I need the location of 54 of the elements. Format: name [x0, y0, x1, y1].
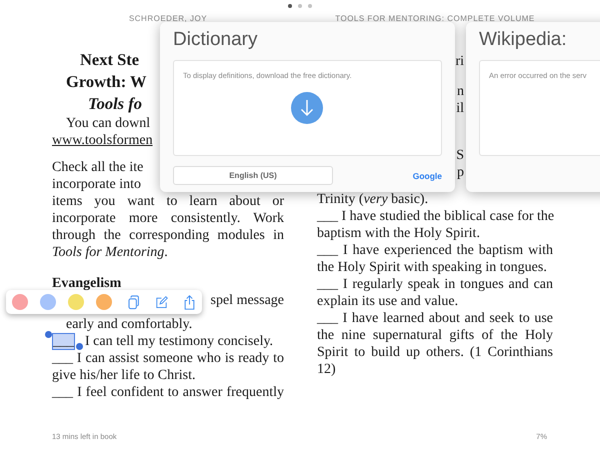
copy-icon[interactable]	[127, 294, 140, 310]
body-text-line: ___ I have experienced the baptism with	[317, 242, 553, 259]
page-dot[interactable]	[308, 4, 312, 8]
chapter-title: Growth: W	[66, 71, 147, 93]
body-text-line: p	[457, 164, 464, 181]
highlight-color-swatch[interactable]	[68, 294, 84, 310]
running-header: SCHROEDER, JOY	[128, 13, 208, 25]
body-text-line: explain its use and value.	[317, 293, 458, 310]
body-text-line: ___ I have learned about and seek to use	[317, 310, 553, 327]
share-icon[interactable]	[183, 294, 196, 310]
download-icon[interactable]	[291, 92, 323, 124]
web-link[interactable]: www.toolsformen	[52, 132, 153, 149]
highlight-color-swatch[interactable]	[40, 294, 56, 310]
note-icon[interactable]	[155, 294, 168, 310]
text-selection[interactable]: ___	[52, 333, 75, 350]
highlight-color-swatch[interactable]	[12, 294, 28, 310]
body-text-line: incorporate into	[52, 176, 142, 193]
body-text-line: 12)	[317, 361, 336, 378]
chapter-title: Next Ste	[80, 49, 140, 71]
section-heading: Evangelism	[52, 275, 122, 292]
body-text-line: baptism with the Holy Spirit.	[317, 225, 480, 242]
body-text-line: the nine supernatural gifts of the Holy	[317, 327, 553, 344]
language-button[interactable]: English (US)	[173, 166, 333, 185]
chapter-title: Tools fo	[88, 93, 142, 115]
body-text-line: ___ I have studied the biblical case for the	[317, 208, 553, 225]
popover-title: Wikipedia:	[479, 28, 568, 52]
body-text-line: Trinity (very basic).	[317, 191, 428, 208]
body-text-line: items you want to learn about or	[52, 193, 284, 210]
body-text-line: ___ I can assist someone who is ready to	[52, 350, 284, 367]
body-text-line: incorporate more consistently. Work	[52, 210, 284, 227]
body-text-line: S	[456, 147, 464, 164]
body-text-line: You can downl	[66, 115, 150, 132]
page-dot[interactable]	[288, 4, 292, 8]
body-text-line: give his/her life to Christ.	[52, 367, 196, 384]
selection-handle[interactable]	[45, 331, 52, 338]
google-link[interactable]: Google	[412, 170, 442, 180]
popover-title: Dictionary	[173, 28, 258, 52]
body-text-line: through the corresponding modules in	[52, 227, 284, 244]
highlight-color-swatch[interactable]	[96, 294, 112, 310]
body-text-line: spel message	[210, 292, 284, 309]
body-text-line: ___ I regularly speak in tongues and can	[317, 276, 553, 293]
body-text-line: il	[456, 100, 464, 117]
page-dot[interactable]	[298, 4, 302, 8]
body-text-line: n	[457, 83, 464, 100]
body-text-line: Tools for Mentoring.	[52, 244, 168, 261]
body-text-line: early and comfortably.	[66, 316, 192, 333]
body-text-line: Spirit to build up others. (1 Corinthians	[317, 344, 553, 361]
body-text-line: Check all the ite	[52, 159, 144, 176]
running-header: TOOLS FOR MENTORING: COMPLETE VOLUME	[334, 13, 536, 25]
body-text-line: ___ I feel confident to answer frequently	[52, 384, 284, 401]
body-text-line: the Holy Spirit with speaking in tongues.	[317, 259, 547, 276]
body-text-line: I can tell my testimony concisely.	[85, 333, 274, 350]
selection-handle[interactable]	[76, 343, 83, 350]
body-text-line: ri	[455, 53, 464, 70]
